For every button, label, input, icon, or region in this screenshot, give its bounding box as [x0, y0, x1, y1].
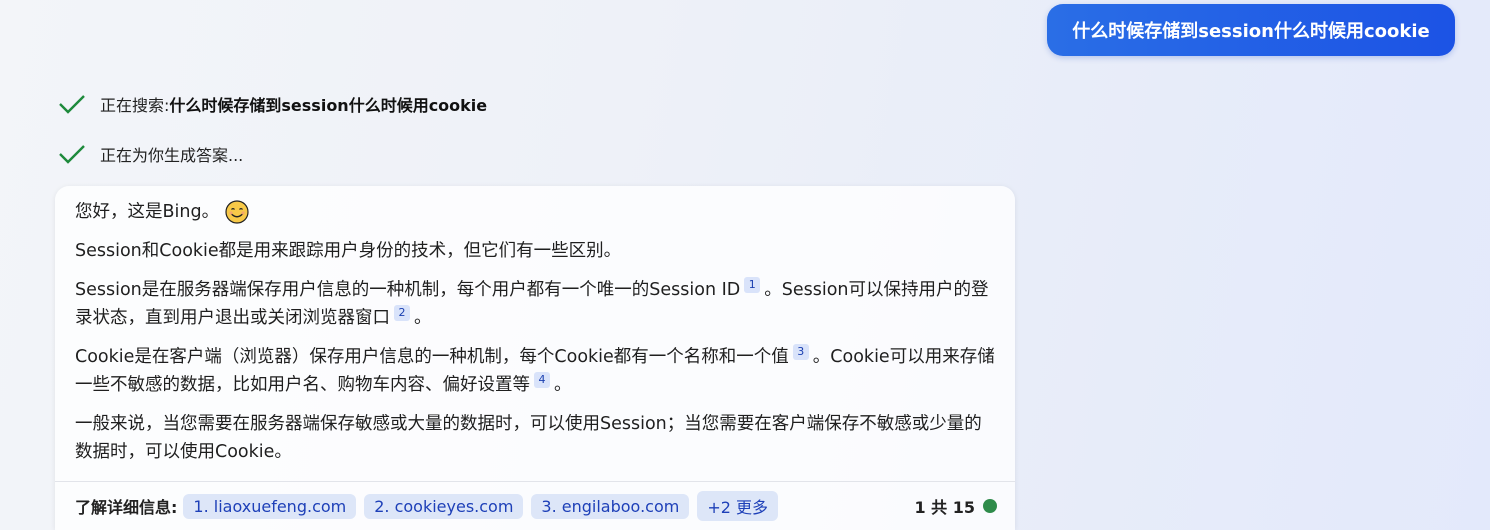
searching-label: 正在搜索:: [100, 96, 170, 115]
p3-text-c: 。: [554, 375, 572, 395]
citation-badge[interactable]: 2: [394, 305, 410, 322]
citation-badge[interactable]: 1: [744, 277, 761, 294]
response-count-text: 1 共 15: [914, 498, 975, 517]
smile-emoji-icon: [225, 200, 249, 224]
source-link-3[interactable]: 3. engilaboo.com: [531, 493, 690, 519]
answer-paragraph-1: Session和Cookie都是用来跟踪用户身份的技术，但它们有一些区别。: [75, 241, 622, 261]
user-message-bubble: 什么时候存储到session什么时候用cookie: [1047, 4, 1455, 56]
status-generating: 正在为你生成答案...: [58, 140, 243, 168]
response-counter: 1 共 15: [914, 494, 997, 518]
citation-badge[interactable]: 4: [534, 372, 550, 389]
citation-badge[interactable]: 3: [792, 344, 809, 361]
answer-paragraph-4: 一般来说，当您需要在服务器端保存敏感或大量的数据时，可以使用Session；当您…: [75, 414, 982, 462]
answer-greeting: 您好，这是Bing。: [75, 198, 995, 226]
source-link-2[interactable]: 2. cookieyes.com: [364, 493, 524, 519]
p3-text-a: Cookie是在客户端（浏览器）保存用户信息的一种机制，每个Cookie都有一个…: [75, 347, 789, 367]
p2-text-c: 。: [414, 308, 432, 328]
source-link-1[interactable]: 1. liaoxuefeng.com: [183, 493, 357, 519]
learn-more-footer: 了解详细信息: 1. liaoxuefeng.com 2. cookieyes.…: [55, 481, 1015, 530]
check-icon: [59, 95, 85, 114]
answer-paragraph-3: Cookie是在客户端（浏览器）保存用户信息的一种机制，每个Cookie都有一个…: [75, 343, 995, 399]
learn-more-label: 了解详细信息:: [75, 498, 178, 517]
status-dot-icon: [983, 499, 997, 513]
user-message-text: 什么时候存储到session什么时候用cookie: [1072, 21, 1430, 42]
generating-label: 正在为你生成答案...: [100, 146, 244, 165]
greeting-text: 您好，这是Bing。: [75, 202, 220, 222]
answer-body: 您好，这是Bing。 Session和Cookie都是用来跟踪用户身份的技术，但…: [55, 186, 1015, 466]
more-sources-button[interactable]: +2 更多: [697, 491, 779, 521]
answer-paragraph-2: Session是在服务器端保存用户信息的一种机制，每个用户都有一个唯一的Sess…: [75, 276, 995, 332]
status-searching: 正在搜索: 什么时候存储到session什么时候用cookie: [58, 90, 487, 118]
p2-text-a: Session是在服务器端保存用户信息的一种机制，每个用户都有一个唯一的Sess…: [75, 280, 741, 300]
answer-card: 您好，这是Bing。 Session和Cookie都是用来跟踪用户身份的技术，但…: [55, 186, 1015, 530]
searching-query: 什么时候存储到session什么时候用cookie: [169, 96, 488, 115]
check-icon: [59, 145, 85, 164]
